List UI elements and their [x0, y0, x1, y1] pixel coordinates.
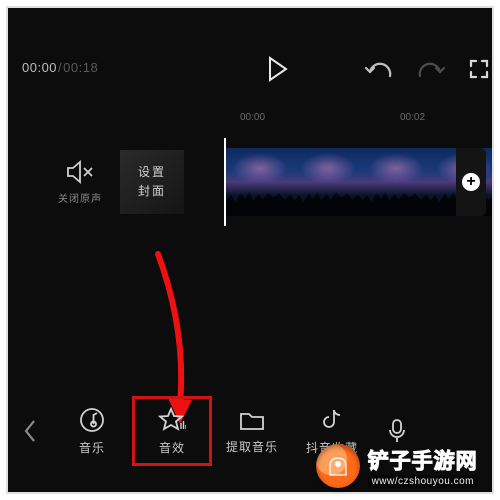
watermark-name: 铲子手游网 — [368, 445, 478, 475]
tool-sfx[interactable]: 音效 — [132, 396, 212, 466]
video-clip[interactable] — [226, 148, 492, 216]
clip-frame — [294, 148, 362, 216]
redo-button[interactable] — [414, 52, 448, 86]
set-cover-button[interactable]: 设置 封面 — [120, 150, 184, 214]
mute-original-audio[interactable]: 关闭原声 — [58, 160, 102, 205]
folder-icon — [238, 408, 266, 432]
star-icon — [158, 407, 186, 433]
timeline-track[interactable]: + — [224, 138, 492, 226]
douyin-icon — [320, 407, 344, 433]
ruler-mark: 00:02 — [400, 112, 425, 123]
timecode-current: 00:00 — [22, 60, 57, 75]
timecode-duration: 00:18 — [63, 60, 98, 75]
clip-frame — [362, 148, 430, 216]
watermark-logo — [316, 444, 360, 488]
plus-icon: + — [462, 173, 480, 191]
ruler-mark: 00:00 — [240, 112, 265, 123]
add-clip-button[interactable]: + — [456, 148, 486, 216]
music-note-icon — [79, 407, 105, 433]
mute-label: 关闭原声 — [58, 190, 102, 205]
undo-button[interactable] — [362, 52, 396, 86]
tool-extract-music[interactable]: 提取音乐 — [212, 396, 292, 466]
timeline-left-strip: 关闭原声 设置 封面 — [8, 138, 224, 226]
watermark-url: www/czshouyou.com — [368, 475, 478, 488]
microphone-icon — [386, 418, 408, 444]
timeline-ruler: 00:00 00:02 — [8, 112, 492, 128]
clip-frame — [226, 148, 294, 216]
watermark: 铲子手游网 www/czshouyou.com — [316, 444, 478, 488]
editor-screen: 00:00/00:18 00:00 00:02 关闭原声 设置 封面 — [6, 6, 494, 494]
back-button[interactable] — [8, 396, 52, 466]
play-button[interactable] — [260, 52, 294, 86]
timecode: 00:00/00:18 — [22, 60, 98, 75]
tool-music[interactable]: 音乐 — [52, 396, 132, 466]
fullscreen-button[interactable] — [462, 52, 496, 86]
speaker-mute-icon — [66, 160, 94, 184]
